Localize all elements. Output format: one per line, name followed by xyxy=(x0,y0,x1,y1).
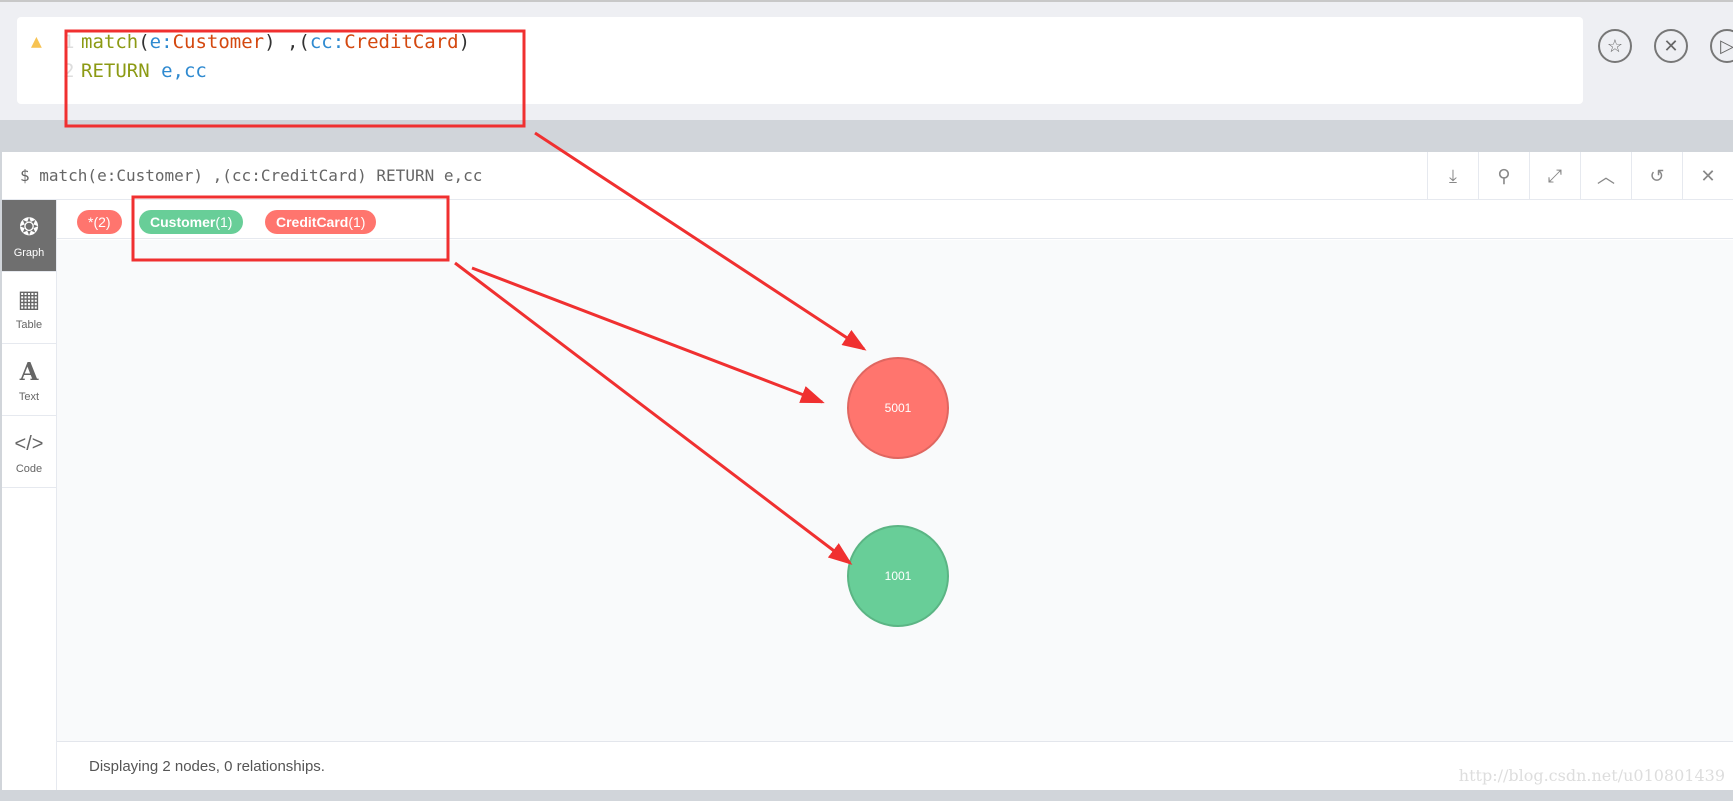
token: RETURN xyxy=(81,60,150,82)
close-icon: ✕ xyxy=(1700,165,1716,186)
token: ) ,( xyxy=(264,31,310,53)
tab-label: Code xyxy=(15,462,43,475)
pill-all-nodes[interactable]: *(2) xyxy=(77,210,122,234)
close-circle-icon: ✕ xyxy=(1663,35,1679,56)
tab-label: Table xyxy=(15,318,43,331)
frame-query[interactable]: $ match(e:Customer) ,(cc:CreditCard) RET… xyxy=(20,166,482,185)
editor-bar: ▲ 1 match(e:Customer) ,(cc:CreditCard) 2R… xyxy=(0,0,1733,120)
token: e,cc xyxy=(161,60,207,82)
token: : xyxy=(161,31,173,53)
token: CreditCard xyxy=(344,31,459,53)
frame-header: $ match(e:Customer) ,(cc:CreditCard) RET… xyxy=(2,152,1733,200)
expand-button[interactable]: ⤢ xyxy=(1529,152,1580,200)
expand-icon: ⤢ xyxy=(1547,165,1563,186)
warning-icon: ▲ xyxy=(31,31,42,52)
pill-count: (2) xyxy=(93,214,111,230)
watermark: http://blog.csdn.net/u010801439 xyxy=(1458,766,1725,785)
frame-toolbar: ⤓ ⚲ ⤢ ︿ ↺ ✕ xyxy=(1427,152,1733,200)
text-icon: A xyxy=(19,356,39,386)
pill-count: (1) xyxy=(348,214,366,230)
node-customer[interactable]: 1001 xyxy=(847,525,949,627)
view-sidebar: ❂ Graph ▦ Table A Text </> Code xyxy=(2,200,57,790)
rerun-button[interactable]: ↺ xyxy=(1631,152,1682,200)
token: match xyxy=(81,31,139,53)
run-button[interactable]: ▷ xyxy=(1710,29,1733,63)
pill-count: (1) xyxy=(215,214,233,230)
favorite-button[interactable]: ☆ xyxy=(1598,29,1632,63)
token: : xyxy=(332,31,345,53)
rerun-icon: ↺ xyxy=(1649,165,1665,186)
result-frame: $ match(e:Customer) ,(cc:CreditCard) RET… xyxy=(2,152,1733,790)
graph-canvas[interactable]: 5001 1001 xyxy=(57,240,1733,742)
clear-button[interactable]: ✕ xyxy=(1654,29,1688,63)
token: ) xyxy=(458,31,471,53)
editor-line-1: 1 match(e:Customer) ,(cc:CreditCard) xyxy=(63,31,470,53)
table-icon: ▦ xyxy=(17,285,41,313)
line-number: 1 xyxy=(63,31,75,53)
download-icon: ⤓ xyxy=(1449,165,1457,186)
download-button[interactable]: ⤓ xyxy=(1427,152,1478,200)
tab-label: Text xyxy=(18,390,40,403)
query-editor[interactable]: ▲ 1 match(e:Customer) ,(cc:CreditCard) 2R… xyxy=(17,17,1583,104)
view-tab-code[interactable]: </> Code xyxy=(2,416,56,488)
pill-name: CreditCard xyxy=(276,214,349,230)
token: ( xyxy=(138,31,150,53)
pill-name: Customer xyxy=(150,214,216,230)
view-tab-table[interactable]: ▦ Table xyxy=(2,272,56,344)
graph-icon: ❂ xyxy=(18,213,40,241)
line-number: 2 xyxy=(63,60,75,82)
frame-footer: Displaying 2 nodes, 0 relationships. htt… xyxy=(57,742,1733,790)
view-tab-graph[interactable]: ❂ Graph xyxy=(2,200,56,272)
token: cc xyxy=(309,31,333,53)
status-text: Displaying 2 nodes, 0 relationships. xyxy=(89,758,325,775)
code-icon: </> xyxy=(14,432,44,455)
token: e xyxy=(149,31,162,53)
view-tab-text[interactable]: A Text xyxy=(2,344,56,416)
tab-label: Graph xyxy=(13,246,45,259)
collapse-button[interactable]: ︿ xyxy=(1580,152,1631,200)
token: Customer xyxy=(172,31,265,53)
pill-customer[interactable]: Customer(1) xyxy=(139,210,244,234)
close-frame-button[interactable]: ✕ xyxy=(1682,152,1733,200)
play-icon: ▷ xyxy=(1720,35,1733,56)
collapse-icon: ︿ xyxy=(1597,167,1615,187)
label-legend: *(2) Customer(1) CreditCard(1) xyxy=(57,200,1733,239)
pin-icon: ⚲ xyxy=(1497,165,1511,186)
node-creditcard[interactable]: 5001 xyxy=(847,357,949,459)
pill-creditcard[interactable]: CreditCard(1) xyxy=(265,210,377,234)
editor-line-2: 2 RETURN e,cc xyxy=(63,60,207,82)
star-icon: ☆ xyxy=(1606,35,1624,56)
pin-button[interactable]: ⚲ xyxy=(1478,152,1529,200)
